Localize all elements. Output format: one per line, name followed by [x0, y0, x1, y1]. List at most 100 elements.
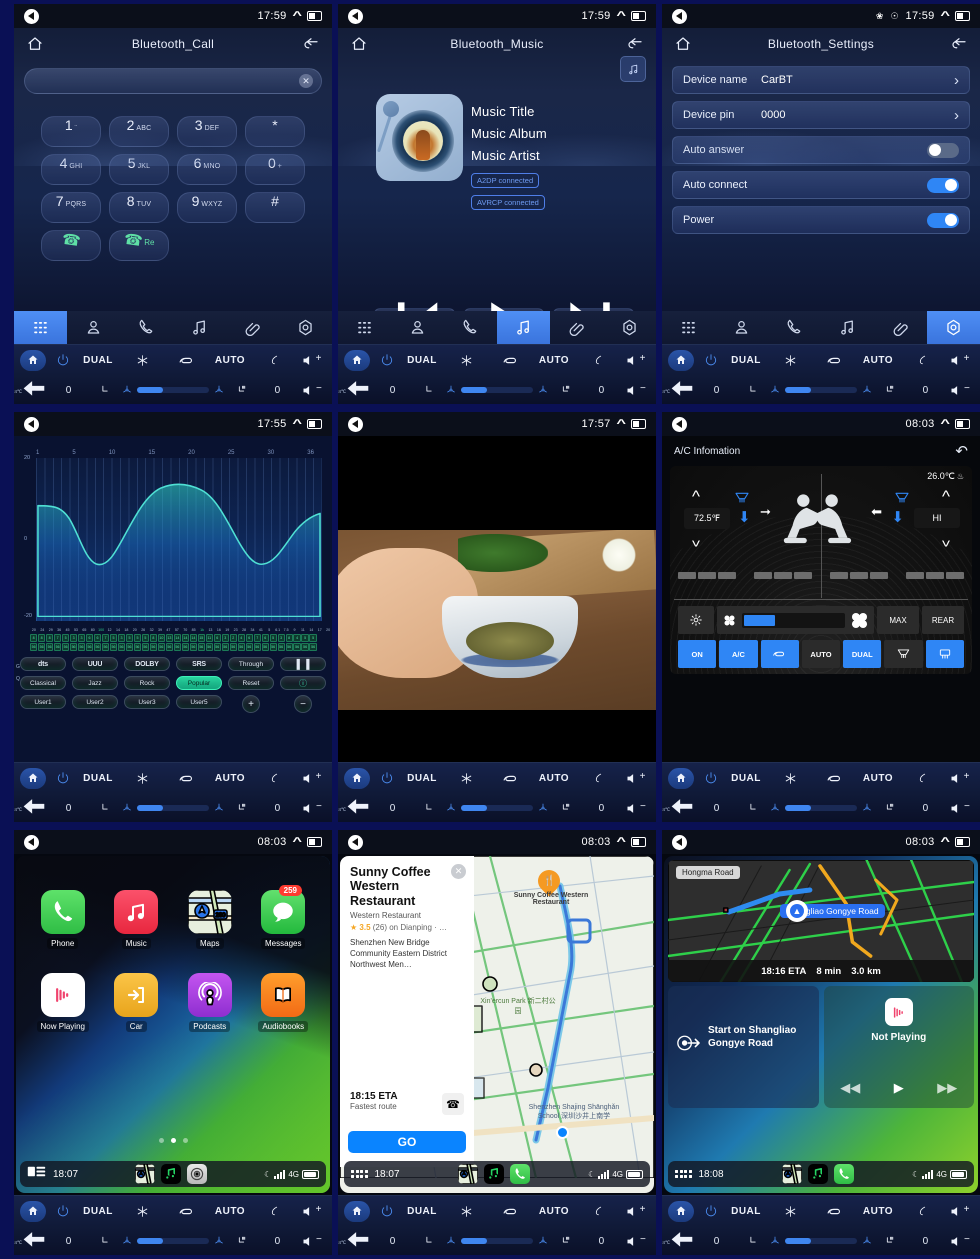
eq-gain-cell[interactable]: 6	[85, 633, 94, 642]
hvac-recirculate-icon[interactable]	[812, 352, 856, 369]
eq-level-cell[interactable]: 56	[109, 643, 118, 652]
app-music[interactable]: Music	[100, 890, 174, 949]
hvac-snow-icon[interactable]	[768, 354, 812, 367]
hvac-volume-up[interactable]: +	[620, 353, 650, 368]
hvac-volume-down[interactable]: −	[621, 1234, 650, 1249]
setting-auto-answer[interactable]: Auto answer	[672, 136, 970, 164]
preset-jazz[interactable]: Jazz	[72, 676, 118, 691]
eq-gain-cell[interactable]: 8	[149, 633, 158, 642]
ac-rear-defrost-button[interactable]	[925, 640, 964, 668]
eq-level-cell[interactable]: 56	[261, 643, 269, 652]
hvac-volume-down[interactable]: −	[621, 383, 650, 398]
eq-gain-cell[interactable]: 2	[229, 633, 237, 642]
hvac-volume-down[interactable]: −	[945, 801, 974, 816]
hvac-volume-down[interactable]: −	[297, 801, 326, 816]
hvac-snow-icon[interactable]	[120, 772, 164, 785]
dock-maps-icon[interactable]	[135, 1164, 156, 1184]
hvac-volume-up[interactable]: +	[944, 1204, 974, 1219]
app-car[interactable]: Car	[100, 973, 174, 1032]
eq-level-cell[interactable]: 56	[37, 643, 46, 652]
hvac-volume-down[interactable]: −	[297, 383, 326, 398]
recents-icon[interactable]	[307, 419, 322, 429]
eq-gain-cell[interactable]: 4	[237, 633, 245, 642]
hvac-back-icon[interactable]	[668, 1226, 697, 1255]
page-dot[interactable]	[170, 1138, 176, 1143]
setting-device-name[interactable]: Device name CarBT ›	[672, 66, 970, 94]
hvac-fan-slider[interactable]	[769, 1235, 873, 1247]
hvac-seat-icon[interactable]	[88, 384, 121, 397]
eq-gain-cell[interactable]: 5	[133, 633, 142, 642]
eq-gain-cell[interactable]: 5	[109, 633, 118, 642]
eq-level-cell[interactable]: 56	[269, 643, 277, 652]
chevron-up-icon[interactable]: ^	[616, 418, 626, 430]
hvac-volume-up[interactable]: +	[620, 771, 650, 786]
hvac-dual-label[interactable]: DUAL	[400, 1206, 444, 1217]
back-arrow-icon[interactable]	[302, 35, 320, 53]
key-7[interactable]: 7 PQRS	[41, 192, 101, 223]
recents-icon[interactable]	[955, 837, 970, 847]
eq-gain-cell[interactable]: 5	[61, 633, 70, 642]
eq-level-cell[interactable]: 56	[133, 643, 142, 652]
dock-music-app-icon[interactable]	[161, 1164, 182, 1184]
setting-auto-connect[interactable]: Auto connect	[672, 171, 970, 199]
app-now-playing[interactable]: Now Playing	[26, 973, 100, 1032]
back-arrow-icon[interactable]	[626, 35, 644, 53]
tab-keypad[interactable]	[338, 311, 391, 344]
preset-rock[interactable]: Rock	[124, 676, 170, 691]
preset-through[interactable]: Through	[228, 657, 274, 672]
eq-level-cell[interactable]: 56	[117, 643, 126, 652]
eq-level-cell[interactable]: 56	[309, 643, 317, 652]
hvac-home-button[interactable]	[20, 1200, 46, 1222]
tab-contacts[interactable]	[391, 311, 444, 344]
eq-gain-cell[interactable]: 6	[213, 633, 221, 642]
hvac-back-icon[interactable]	[344, 1226, 373, 1255]
fast-forward-button[interactable]: ▶▶	[937, 1080, 957, 1096]
preset-dts[interactable]: dts	[20, 657, 66, 672]
hvac-volume-down[interactable]: −	[945, 1234, 974, 1249]
recents-icon[interactable]	[955, 11, 970, 21]
app-messages[interactable]: 259 Messages	[247, 885, 321, 949]
hvac-snow-icon[interactable]	[444, 772, 488, 785]
hvac-auto-label[interactable]: AUTO	[532, 1206, 576, 1217]
back-icon[interactable]	[672, 416, 687, 432]
ac-recirculate-button[interactable]	[760, 640, 799, 668]
hvac-home-button[interactable]	[344, 1200, 370, 1222]
dock-settings-icon[interactable]	[187, 1164, 208, 1184]
info-icon[interactable]: ⓘ	[280, 676, 326, 691]
tab-link[interactable]	[226, 311, 279, 344]
home-icon[interactable]	[350, 35, 368, 53]
hvac-recirculate-icon[interactable]	[812, 1203, 856, 1220]
close-icon[interactable]: ✕	[451, 864, 466, 879]
eq-gain-row[interactable]: 8 8 8 7 5 3 3 6 6 7 5 3 5 5 5 8 10 13 14 14 14 15 11 6 3 2 4 6 7 6 5 3 8…	[30, 633, 332, 642]
nav-map[interactable]: Hongma Road Shangliao Gongye Road ▲ 18:1…	[668, 860, 974, 982]
eq-level-cell[interactable]: 56	[141, 643, 150, 652]
eq-level-cell[interactable]: 56	[85, 643, 94, 652]
key-5[interactable]: 5 JKL	[109, 154, 169, 185]
eq-level-cell[interactable]: 56	[69, 643, 78, 652]
eq-level-cell[interactable]: 56	[101, 643, 110, 652]
eq-level-cell[interactable]: 56	[301, 643, 309, 652]
eq-level-cell[interactable]: 56	[197, 643, 205, 652]
hvac-airflow-icon[interactable]	[252, 772, 296, 785]
fan-speed-slider[interactable]	[717, 606, 874, 634]
call-button[interactable]: ☎	[41, 230, 101, 261]
hvac-dual-label[interactable]: DUAL	[724, 355, 768, 366]
hvac-recirculate-icon[interactable]	[488, 770, 532, 787]
preset-user3[interactable]: User3	[124, 695, 170, 710]
eq-level-cell[interactable]: 56	[293, 643, 301, 652]
eq-gain-cell[interactable]: 15	[197, 633, 205, 642]
eq-level-cell[interactable]: 56	[165, 643, 174, 652]
preset-classical[interactable]: Classical	[20, 676, 66, 691]
eq-level-cell[interactable]: 56	[30, 643, 38, 652]
clear-icon[interactable]: ✕	[299, 74, 313, 88]
auto-connect-toggle[interactable]	[927, 177, 959, 193]
hvac-fan-slider[interactable]	[445, 1235, 549, 1247]
recents-icon[interactable]	[307, 11, 322, 21]
hvac-back-icon[interactable]	[20, 793, 49, 822]
hvac-back-icon[interactable]	[20, 1226, 49, 1255]
dock-phone-icon[interactable]	[833, 1164, 854, 1184]
hvac-power-icon[interactable]	[50, 1204, 76, 1218]
eq-gain-cell[interactable]: 14	[181, 633, 189, 642]
back-icon[interactable]	[348, 416, 363, 432]
eq-level-cell[interactable]: 56	[277, 643, 285, 652]
